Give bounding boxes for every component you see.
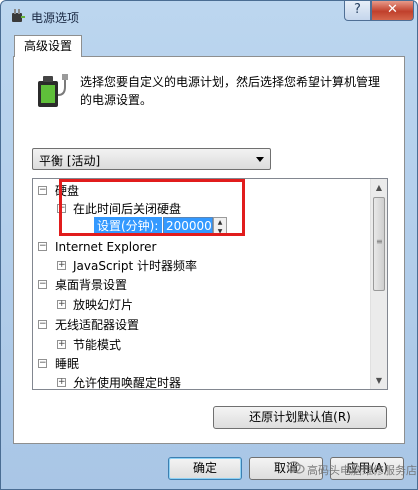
wechat-icon (287, 461, 305, 474)
tree-label: 允许使用唤醒定时器 (73, 376, 182, 390)
battery-plug-icon (38, 74, 68, 107)
advanced-settings-panel: 选择您要自定义的电源计划，然后选择您希望计算机管理的电源设置。 平衡 [活动] … (13, 56, 405, 444)
tree-label: JavaScript 计时器频率 (73, 259, 197, 273)
settings-tree[interactable]: − 硬盘 − 在此时间后关闭硬盘 − Internet Explorer + J… (32, 178, 388, 390)
tree-label: 放映幻灯片 (73, 298, 134, 312)
power-plan-value: 平衡 [活动] (39, 154, 101, 168)
restore-defaults-button[interactable]: 还原计划默认值(R) (213, 406, 387, 429)
power-plan-select[interactable]: 平衡 [活动] (32, 148, 271, 170)
tree-label: Internet Explorer (55, 240, 157, 254)
ok-button[interactable]: 确定 (168, 457, 242, 480)
spin-down-icon[interactable]: ▼ (214, 227, 226, 236)
scroll-up-icon[interactable]: ▲ (371, 179, 387, 196)
setting-minutes-label: 设置(分钟): (94, 217, 162, 236)
expand-icon[interactable]: + (57, 378, 66, 387)
title-bar[interactable]: 电源选项 ? ✕ (1, 1, 417, 31)
collapse-icon[interactable]: − (38, 242, 47, 251)
grip-icon: ≡ (376, 237, 383, 246)
collapse-icon[interactable]: − (38, 186, 47, 195)
tree-label: 桌面背景设置 (55, 278, 128, 292)
scroll-thumb[interactable]: ≡ (373, 197, 385, 291)
minutes-spinner[interactable]: ▲ ▼ (213, 217, 227, 236)
power-plug-icon (12, 9, 25, 22)
expand-icon[interactable]: + (57, 340, 66, 349)
tree-label: 在此时间后关闭硬盘 (73, 202, 182, 216)
tree-scrollbar[interactable]: ▲ ≡ ▼ (370, 179, 387, 389)
chevron-down-icon (256, 157, 264, 162)
help-button[interactable]: ? (344, 1, 371, 21)
scroll-down-icon[interactable]: ▼ (371, 372, 387, 389)
window-title: 电源选项 (31, 11, 80, 25)
close-button[interactable]: ✕ (371, 1, 414, 21)
power-options-window: 电源选项 ? ✕ 高级设置 选择您要自定义的电源计划，然后选择您希望计算机管理的… (0, 0, 418, 490)
expand-icon[interactable]: + (57, 300, 66, 309)
tab-advanced-settings[interactable]: 高级设置 (14, 35, 82, 57)
spin-up-icon[interactable]: ▲ (214, 218, 226, 227)
collapse-icon[interactable]: − (38, 359, 47, 368)
collapse-icon[interactable]: − (38, 280, 47, 289)
tree-label: 硬盘 (55, 184, 80, 198)
tree-label: 无线适配器设置 (55, 318, 140, 332)
tree-label: 节能模式 (73, 338, 122, 352)
expand-icon[interactable]: + (57, 261, 66, 270)
tree-label: 睡眠 (55, 357, 80, 371)
collapse-icon[interactable]: − (38, 320, 47, 329)
intro-text: 选择您要自定义的电源计划，然后选择您希望计算机管理的电源设置。 (80, 75, 381, 107)
collapse-icon[interactable]: − (57, 204, 66, 213)
watermark-text: 高码头电脑维修服务店 (307, 464, 417, 477)
setting-minutes-input[interactable]: 2000000 (163, 217, 213, 236)
